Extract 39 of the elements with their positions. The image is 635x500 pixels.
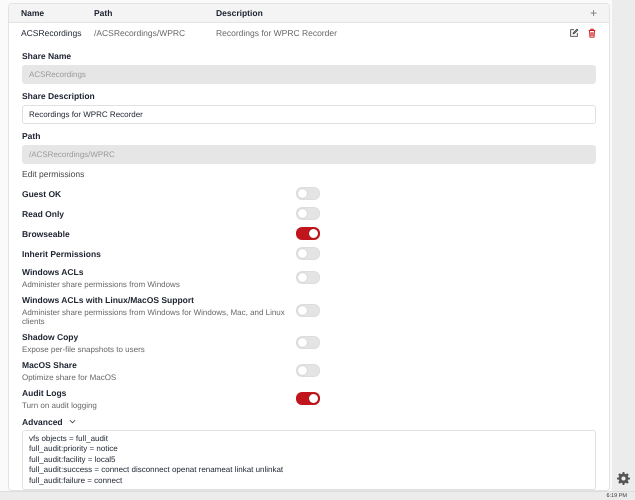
add-button[interactable]: + — [590, 6, 598, 20]
table-cell-text: ACSRecordings — [21, 28, 82, 38]
setting-description: Administer share permissions from Windows for Windows, Mac, and Linux clients — [22, 308, 286, 326]
config-line: full_audit:failure = connect — [29, 476, 124, 486]
setting-label: Guest OK — [22, 188, 62, 198]
setting-label: Read Only — [22, 208, 64, 218]
text-field[interactable]: Recordings for WPRC Recorder — [22, 104, 596, 124]
edit-permissions-link[interactable]: Edit permissions — [22, 168, 596, 178]
column-header: Description — [216, 8, 264, 18]
field-label: Share Description — [22, 90, 96, 100]
field-label: Path — [22, 130, 42, 140]
setting-description: Expose per-file snapshots to users — [22, 344, 145, 354]
config-line: full_audit:success = connect disconnect openat renameat linkat unlinkat — [29, 465, 284, 476]
chevron-icon[interactable] — [68, 419, 76, 424]
field-label: Share Name — [22, 50, 72, 60]
config-line: full_audit:priority = notice — [29, 444, 119, 454]
setting-description: Administer share permissions from Windows — [22, 280, 180, 288]
setting-description: Turn on audit logging — [22, 400, 97, 410]
setting-label: Audit Logs — [22, 388, 68, 398]
settings-icon[interactable] — [617, 472, 630, 485]
setting-label: Windows ACLs with Linux/MacOS Support — [22, 294, 195, 304]
config-line: full_audit:facility = local5 — [29, 454, 116, 465]
setting-label: MacOS Share — [22, 360, 78, 370]
config-line: vfs objects = full_audit — [29, 434, 109, 444]
setting-label: Shadow Copy — [22, 332, 80, 342]
toggle-switch[interactable] — [296, 392, 320, 405]
trash-icon[interactable] — [587, 28, 598, 38]
setting-description: Optimize share for MacOS — [22, 372, 116, 382]
config-text-area[interactable]: vfs objects = full_audit full_audit:priority = notice full_audit:facility = local5 full_audit:success = connect disconnect openat renameat linkat unlinkat full_audit:failure = connect — [22, 430, 596, 490]
setting-label: Windows ACLs — [22, 266, 84, 276]
toggle-switch[interactable] — [296, 227, 320, 240]
setting-label: Browseable — [22, 228, 70, 238]
column-header: Name — [21, 8, 46, 18]
edit-icon[interactable] — [569, 28, 580, 38]
column-header: Path — [94, 8, 114, 18]
table-cell-text: Recordings for WPRC Recorder — [216, 28, 338, 38]
advanced-label: Advanced — [22, 416, 63, 426]
setting-label: Inherit Permissions — [22, 248, 101, 258]
table-cell-text: /ACSRecordings/WPRC — [94, 28, 186, 38]
